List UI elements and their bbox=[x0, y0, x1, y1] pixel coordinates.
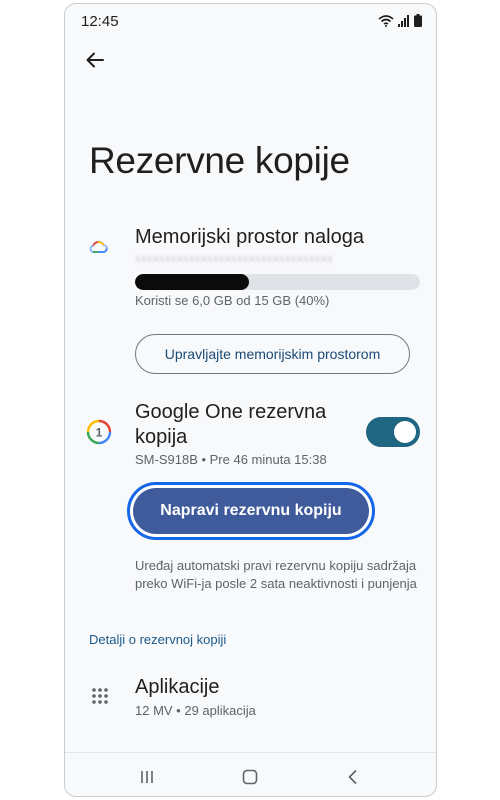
account-email-redacted: xxxxxxxxxxxxxxxxxxxxxxxxxxxxxxxxx bbox=[135, 253, 333, 265]
apps-item-title[interactable]: Aplikacije bbox=[135, 676, 219, 699]
signal-icon bbox=[398, 14, 409, 27]
status-bar: 12:45 bbox=[65, 4, 436, 36]
apps-grid-icon bbox=[92, 688, 108, 704]
backup-now-button[interactable]: Napravi rezervnu kopiju bbox=[133, 488, 369, 534]
recents-icon bbox=[141, 771, 153, 783]
storage-usage-text: Koristi se 6,0 GB od 15 GB (40%) bbox=[135, 293, 330, 308]
storage-progress-bar bbox=[135, 274, 420, 290]
toggle-knob bbox=[394, 421, 416, 443]
battery-icon bbox=[414, 14, 422, 27]
status-icons bbox=[378, 14, 422, 27]
home-icon bbox=[242, 769, 258, 785]
storage-progress-fill bbox=[135, 274, 249, 290]
status-time: 12:45 bbox=[81, 13, 119, 30]
back-icon bbox=[348, 769, 357, 785]
manage-storage-button[interactable]: Upravljajte memorijskim prostorom bbox=[135, 334, 410, 374]
navigation-bar bbox=[65, 753, 436, 796]
home-button[interactable] bbox=[240, 767, 260, 787]
back-button[interactable] bbox=[81, 46, 109, 74]
apps-item-subtitle: 12 MV • 29 aplikacija bbox=[135, 703, 256, 718]
auto-backup-note: Uređaj automatski pravi rezervnu kopiju … bbox=[135, 558, 417, 591]
page-title: Rezervne kopije bbox=[89, 140, 350, 181]
google-one-backup-toggle[interactable] bbox=[366, 417, 420, 447]
cloud-icon bbox=[89, 240, 108, 253]
arrow-left-icon bbox=[86, 52, 104, 68]
svg-text:1: 1 bbox=[96, 426, 103, 440]
phone-frame: 12:45 Rezervne kopije Memorijski prostor… bbox=[64, 3, 437, 797]
device-backup-info: SM-S918B • Pre 46 minuta 15:38 bbox=[135, 452, 327, 467]
backup-details-section-label[interactable]: Detalji o rezervnoj kopiji bbox=[89, 632, 226, 647]
wifi-icon bbox=[378, 14, 394, 27]
nav-back-button[interactable] bbox=[343, 767, 363, 787]
recents-button[interactable] bbox=[137, 767, 157, 787]
google-one-backup-title: Google One rezervna kopija bbox=[135, 401, 327, 448]
storage-title: Memorijski prostor naloga bbox=[135, 226, 364, 248]
google-one-icon: 1 bbox=[86, 419, 112, 445]
